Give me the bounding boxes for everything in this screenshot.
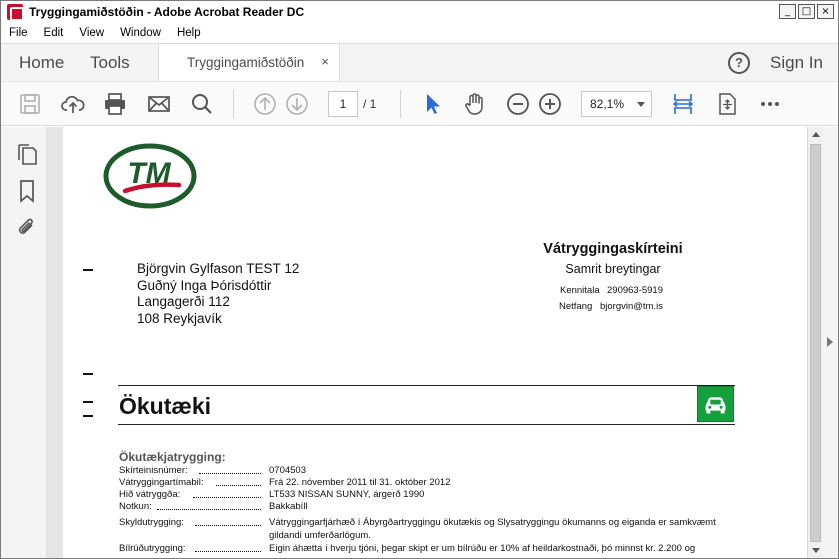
help-icon[interactable]: ? <box>728 52 750 74</box>
close-window-button[interactable]: × <box>817 4 834 19</box>
scroll-down-arrow-icon[interactable] <box>808 543 823 558</box>
menu-edit[interactable]: Edit <box>36 27 72 39</box>
zoom-level-select[interactable]: 82,1% <box>581 91 652 117</box>
netfang-label: Netfang <box>559 301 593 312</box>
tab-document[interactable]: Tryggingamiðstöðin × <box>158 44 340 82</box>
print-icon[interactable] <box>103 92 127 116</box>
chevron-down-icon <box>637 102 645 107</box>
page-number-input[interactable]: 1 <box>328 91 358 117</box>
tab-tools[interactable]: Tools <box>90 53 130 73</box>
section-rule-top <box>118 385 735 386</box>
zoom-out-icon[interactable] <box>506 92 530 116</box>
bookmarks-icon[interactable] <box>16 179 38 203</box>
expand-right-pane-icon[interactable] <box>827 337 833 347</box>
select-cursor-icon[interactable] <box>421 92 445 116</box>
document-viewport: TM Björgvin Gylfason TEST 12 Guðný Inga … <box>47 127 807 558</box>
upload-cloud-icon[interactable] <box>61 92 85 116</box>
row-value: Bakkabíll <box>269 501 308 512</box>
menu-help[interactable]: Help <box>169 27 209 39</box>
previous-page-icon[interactable] <box>253 92 277 116</box>
zoom-level-value: 82,1% <box>590 97 625 111</box>
tab-home[interactable]: Home <box>19 53 64 73</box>
kennitala-value: 290963-5919 <box>607 285 663 296</box>
leader-dots <box>193 490 261 498</box>
leader-dots <box>157 502 261 510</box>
page-thumbnails-icon[interactable] <box>16 143 38 167</box>
fold-mark <box>83 269 93 271</box>
row-label: Vátryggingartímabil: <box>119 477 204 488</box>
maximize-button[interactable]: □ <box>798 4 815 19</box>
fold-mark <box>83 373 93 375</box>
close-tab-icon[interactable]: × <box>321 54 329 69</box>
minimize-button[interactable]: _ <box>779 4 796 19</box>
row-value: Frá 22. nóvember 2011 til 31. október 20… <box>269 477 451 488</box>
acrobat-window: Tryggingamiðstöðin - Adobe Acrobat Reade… <box>0 0 839 559</box>
row-value: Eigin áhætta í hverju tjóni, þegar skipt… <box>269 543 696 554</box>
scrollbar-thumb[interactable] <box>810 144 821 542</box>
fit-page-width-icon[interactable] <box>671 92 695 116</box>
address-line: Langagerði 112 <box>137 294 230 309</box>
next-page-icon[interactable] <box>285 92 309 116</box>
save-icon[interactable] <box>18 92 42 116</box>
address-line: 108 Reykjavík <box>137 310 222 326</box>
row-value: LT533 NISSAN SUNNY, árgerð 1990 <box>269 489 425 500</box>
acrobat-app-icon <box>7 4 24 21</box>
subsection-title: Ökutækjatrygging: <box>119 450 226 464</box>
row-label: Hið vátryggða: <box>119 489 181 500</box>
row-label: Bílrúðutrygging: <box>119 543 186 554</box>
leader-dots <box>195 518 261 526</box>
recipient-address: Björgvin Gylfason TEST 12 Guðný Inga Þór… <box>137 261 299 327</box>
leader-dots <box>199 466 261 474</box>
car-icon <box>697 386 734 422</box>
tab-row: Home Tools Tryggingamiðstöðin × ? Sign I… <box>1 43 838 82</box>
rotate-view-icon[interactable] <box>715 92 739 116</box>
section-title: Ökutæki <box>119 393 212 419</box>
hand-tool-icon[interactable] <box>463 92 487 116</box>
window-controls: _ □ × <box>779 4 834 19</box>
sign-in-link[interactable]: Sign In <box>770 53 823 73</box>
page-total: / 1 <box>363 97 377 111</box>
menu-file[interactable]: File <box>1 27 36 39</box>
leader-dots <box>216 478 261 486</box>
toolbar-separator <box>233 90 234 118</box>
menu-window[interactable]: Window <box>112 27 169 39</box>
row-label: Skyldutrygging: <box>119 517 184 528</box>
fold-mark <box>83 401 93 403</box>
row-label: Notkun: <box>119 501 152 512</box>
email-icon[interactable] <box>147 92 171 116</box>
tm-logo: TM <box>103 143 197 209</box>
toolbar-separator <box>400 90 401 118</box>
menu-bar: File Edit View Window Help <box>1 23 838 43</box>
attachments-icon[interactable] <box>16 216 38 240</box>
address-line: Björgvin Gylfason TEST 12 <box>137 261 300 276</box>
row-value: 0704503 <box>269 465 306 476</box>
toolbar: 1 / 1 82,1% <box>1 81 838 126</box>
certificate-subtitle: Samrit breytingar <box>565 262 661 276</box>
left-navigation-pane <box>1 127 47 558</box>
document-tab-label: Tryggingamiðstöðin <box>187 55 305 70</box>
menu-view[interactable]: View <box>71 27 112 39</box>
more-tools-icon[interactable] <box>758 92 782 116</box>
zoom-in-icon[interactable] <box>538 92 562 116</box>
certificate-title: Vátryggingaskírteini <box>543 241 683 257</box>
window-title: Tryggingamiðstöðin - Adobe Acrobat Reade… <box>29 5 305 19</box>
row-value: Vátryggingarfjárhæð í Ábyrgðartryggingu … <box>269 517 716 541</box>
vertical-scrollbar[interactable] <box>807 127 823 558</box>
row-label: Skírteinisnúmer: <box>119 465 188 476</box>
kennitala-label: Kennitala <box>560 285 600 296</box>
netfang-value: bjorgvin@tm.is <box>600 301 663 312</box>
leader-dots <box>195 544 261 552</box>
pdf-page: TM Björgvin Gylfason TEST 12 Guðný Inga … <box>63 127 807 558</box>
section-rule-bottom <box>118 424 735 425</box>
search-icon[interactable] <box>190 92 214 116</box>
fold-mark <box>83 415 93 417</box>
address-line: Guðný Inga Þórisdóttir <box>137 277 272 293</box>
title-bar: Tryggingamiðstöðin - Adobe Acrobat Reade… <box>1 1 838 23</box>
scroll-up-arrow-icon[interactable] <box>808 127 823 142</box>
